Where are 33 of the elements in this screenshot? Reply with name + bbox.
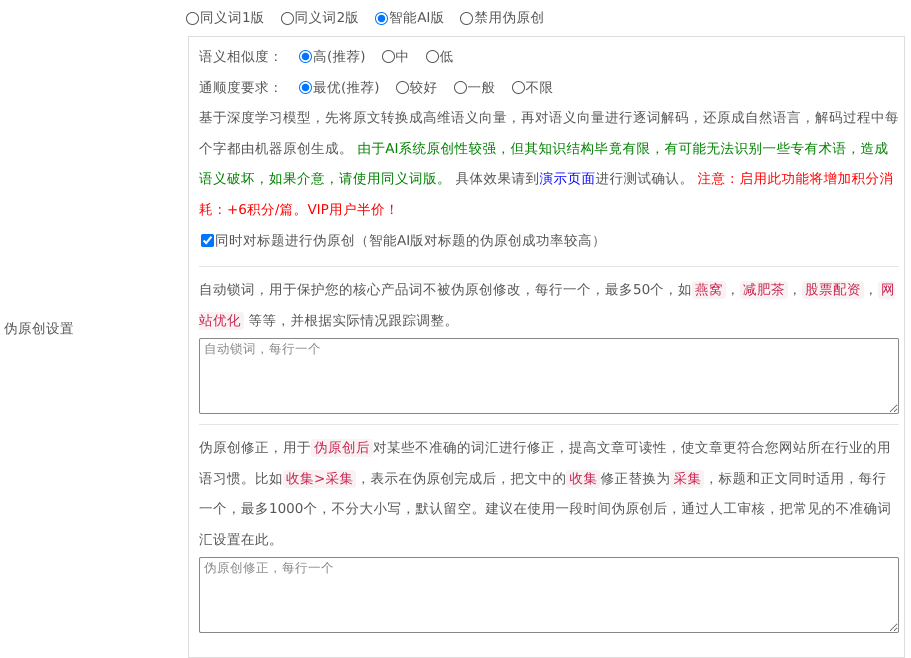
radio-button[interactable] xyxy=(382,50,395,63)
ai-description: 基于深度学习模型，先将原文转换成高维语义向量，再对语义向量进行逐词解码，还原成自然语言，解码过程中每个字都由机器原创生成。 由于AI系统原创性较强，但其知识结构毕竟有限，有可能无法识别一些专有术语，造成语义破坏，如果介意，请使用同义词版。 具体效果请到演示页面进行测试确认。 注意：启用此功能将增加积分消耗：+6积分/篇。VIP用户半价！ xyxy=(199,109,899,220)
option-label[interactable]: 低 xyxy=(440,48,454,66)
lock-words-field[interactable]: 自动锁词，每行一个 xyxy=(199,338,899,414)
radio-button[interactable] xyxy=(512,81,525,94)
option-label[interactable]: 不限 xyxy=(526,78,554,96)
radio-button[interactable] xyxy=(460,12,474,24)
correction-field[interactable]: 伪原创修正，每行一个 xyxy=(199,557,899,633)
radio-button[interactable] xyxy=(299,50,312,63)
option-label[interactable]: 禁用伪原创 xyxy=(474,9,544,27)
option-label[interactable]: 同义词2版 xyxy=(294,9,360,27)
option-label[interactable]: 同义词1版 xyxy=(200,9,265,27)
option-label[interactable]: 一般 xyxy=(468,78,496,96)
radio-button[interactable] xyxy=(186,12,199,24)
checkbox[interactable] xyxy=(201,234,214,247)
radio-button[interactable] xyxy=(454,81,467,94)
demo-page-link[interactable]: 演示页面 xyxy=(539,171,596,187)
option-label[interactable]: 较好 xyxy=(410,78,438,96)
setting-label: 通顺度要求： xyxy=(199,78,283,96)
radio-button[interactable] xyxy=(426,50,439,63)
option-label[interactable]: 同时对标题进行伪原创（智能AI版对标题的伪原创成功率较高） xyxy=(215,232,606,250)
radio-button[interactable] xyxy=(375,12,388,24)
section-label: 伪原创设置 xyxy=(4,320,74,338)
radio-button[interactable] xyxy=(280,12,294,24)
setting-label: 语义相似度： xyxy=(199,48,283,66)
radio-button[interactable] xyxy=(299,81,312,94)
option-label[interactable]: 高(推荐) xyxy=(313,48,366,66)
option-label[interactable]: 智能AI版 xyxy=(389,9,444,27)
correction-description: 伪原创修正，用于 伪原创后 对某些不准确的词汇进行修正，提高文章可读性，使文章更符合您网站所在行业的用语习惯。比如 收集>采集 ，表示在伪原创完成后，把文中的 收集 修正替换为 采集 ，标题和正文同时适用，每行一个，最多1000个，不分大小写，默认留空。建议在使用一段时间伪原创后，通过人工审核，把常见的不准确词汇设置在此。 xyxy=(199,438,892,550)
lock-words-description: 自动锁词，用于保护您的核心产品词不被伪原创修改，每行一个，最多50个，如 燕窝 ， 减肥茶 ， 股票配资 ， 网站优化 等等，并根据实际情况跟踪调整。 xyxy=(199,280,896,332)
radio-button[interactable] xyxy=(396,81,409,94)
option-label[interactable]: 最优(推荐) xyxy=(313,78,380,96)
option-label[interactable]: 中 xyxy=(396,48,410,66)
